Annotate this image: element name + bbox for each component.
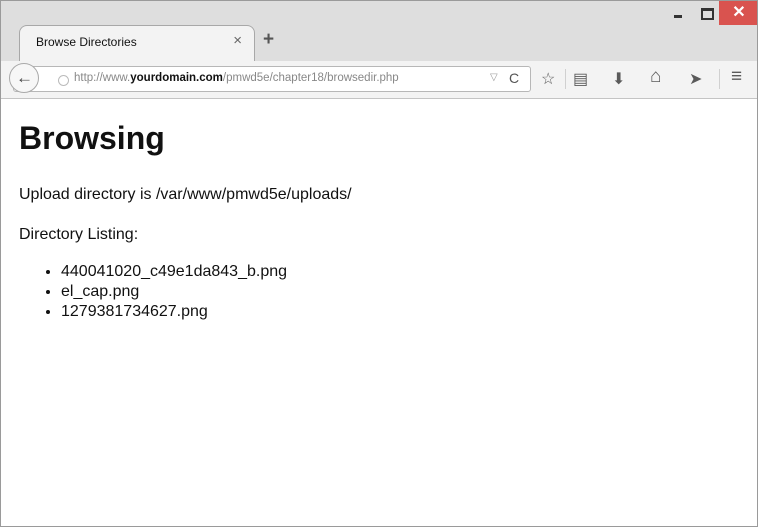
site-identity-icon[interactable]	[58, 75, 69, 86]
maximize-button[interactable]	[693, 1, 719, 25]
url-path: /pmwd5e/chapter18/browsedir.php	[222, 72, 399, 84]
navigation-toolbar: http://www.yourdomain.com/pmwd5e/chapter…	[1, 61, 757, 99]
back-button[interactable]: ←	[9, 63, 39, 93]
share-icon[interactable]: ➤	[689, 69, 702, 89]
tab-title: Browse Directories	[36, 35, 137, 49]
tab-close-icon[interactable]: ×	[233, 32, 242, 49]
directory-listing-label: Directory Listing:	[19, 226, 139, 243]
minimize-button[interactable]	[665, 1, 691, 25]
url-text[interactable]: http://www.yourdomain.com/pmwd5e/chapter…	[74, 72, 399, 84]
list-item: 440041020_c49e1da843_b.png	[61, 262, 287, 282]
list-item: el_cap.png	[61, 282, 287, 302]
url-domain: yourdomain.com	[130, 72, 223, 84]
toolbar-separator	[565, 69, 566, 89]
menu-icon[interactable]: ≡	[731, 66, 742, 88]
browser-window: Browse Directories × + ✕ http://www.your…	[0, 0, 758, 527]
tab-browse-directories[interactable]: Browse Directories ×	[19, 25, 255, 61]
address-bar[interactable]: http://www.yourdomain.com/pmwd5e/chapter…	[13, 66, 531, 92]
close-window-button[interactable]: ✕	[719, 1, 757, 25]
star-icon[interactable]: ☆	[541, 69, 555, 89]
back-arrow-icon: ←	[16, 68, 33, 87]
url-dropdown-icon[interactable]: ▽	[490, 72, 498, 83]
file-list: 440041020_c49e1da843_b.png el_cap.png 12…	[19, 262, 287, 322]
new-tab-icon[interactable]: +	[263, 29, 274, 51]
page-title: Browsing	[19, 120, 165, 156]
url-prefix: http://www.	[74, 72, 131, 84]
clipboard-icon[interactable]: ▤	[573, 69, 588, 89]
download-icon[interactable]: ⬇	[612, 69, 625, 89]
toolbar-separator	[719, 69, 720, 89]
tab-strip: Browse Directories × + ✕	[1, 1, 757, 61]
list-item: 1279381734627.png	[61, 302, 287, 322]
maximize-icon	[701, 8, 714, 20]
page-content: Browsing Upload directory is /var/www/pm…	[1, 100, 757, 526]
minimize-icon	[674, 15, 682, 18]
reload-icon[interactable]: C	[509, 70, 519, 86]
close-icon: ✕	[732, 4, 746, 21]
home-icon[interactable]: ⌂	[650, 66, 661, 88]
upload-directory-text: Upload directory is /var/www/pmwd5e/uplo…	[19, 186, 352, 203]
